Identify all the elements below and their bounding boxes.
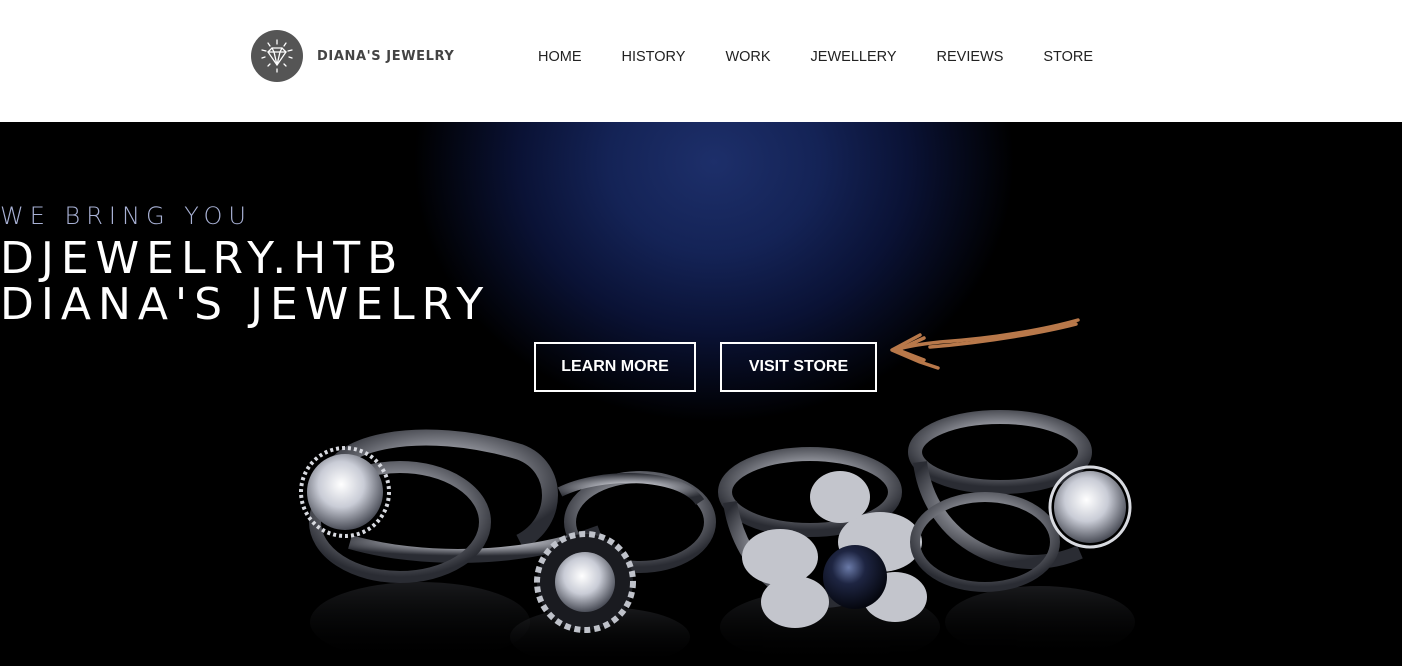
nav-history[interactable]: HISTORY xyxy=(602,47,706,67)
nav-work[interactable]: WORK xyxy=(705,47,790,67)
main-nav: HOME HISTORY WORK JEWELLERY REVIEWS STOR… xyxy=(518,47,1113,67)
hero-title-line1: DJEWELRY.HTB xyxy=(0,233,405,284)
visit-store-button[interactable]: VISIT STORE xyxy=(720,342,877,392)
hero-kicker: WE BRING YOU xyxy=(0,202,252,230)
site-header: DIANA'S JEWELRY HOME HISTORY WORK JEWELL… xyxy=(0,0,1402,122)
nav-store[interactable]: STORE xyxy=(1023,47,1113,67)
brand-name: DIANA'S JEWELRY xyxy=(317,48,455,64)
hero-title-line2: DIANA'S JEWELRY xyxy=(0,279,491,330)
hero-banner: WE BRING YOU DJEWELRY.HTB DIANA'S JEWELR… xyxy=(0,122,1402,666)
nav-jewellery[interactable]: JEWELLERY xyxy=(791,47,917,67)
nav-reviews[interactable]: REVIEWS xyxy=(917,47,1024,67)
diamond-icon xyxy=(251,30,303,82)
nav-home[interactable]: HOME xyxy=(518,47,602,67)
annotation-arrow-icon xyxy=(890,318,1080,370)
site-logo[interactable]: DIANA'S JEWELRY xyxy=(251,30,454,82)
learn-more-button[interactable]: LEARN MORE xyxy=(534,342,696,392)
